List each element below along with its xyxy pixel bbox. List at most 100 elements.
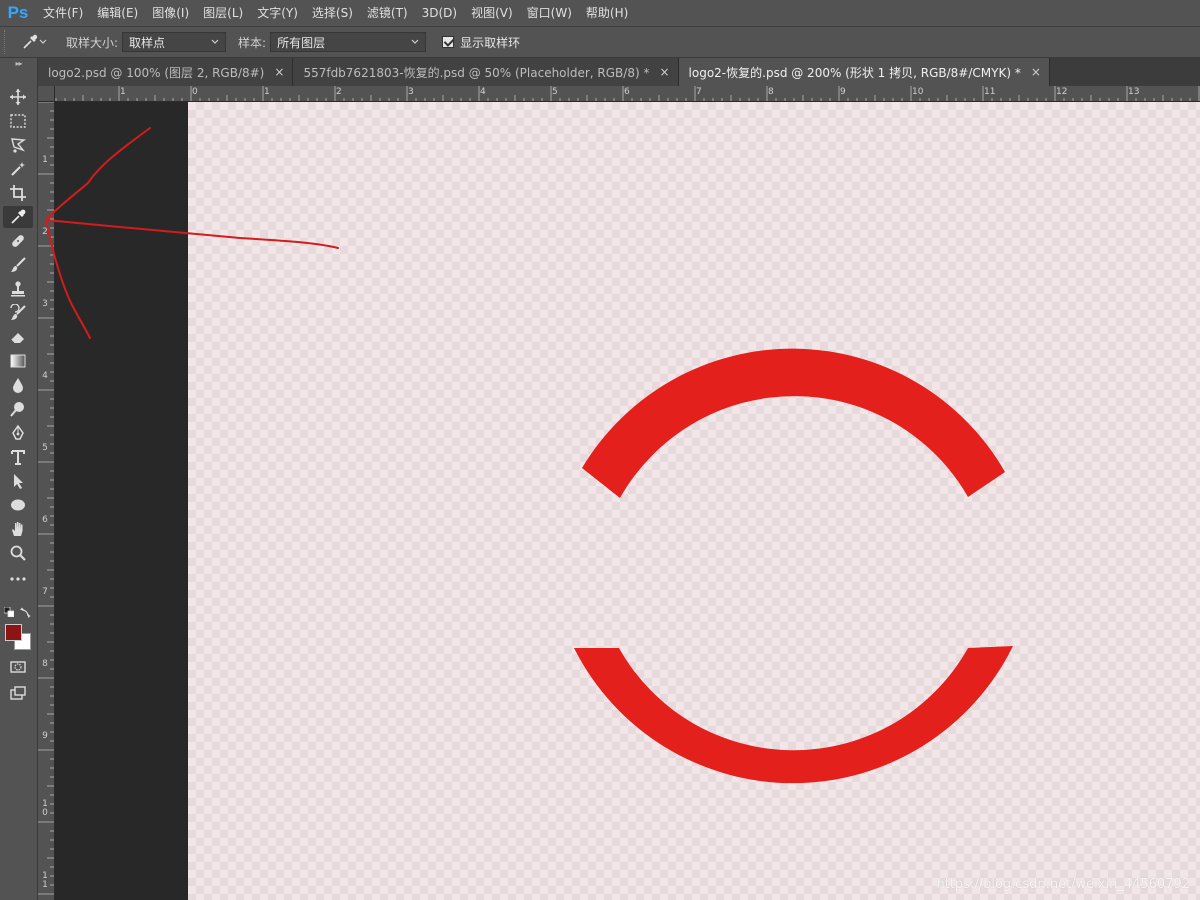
menu-edit[interactable]: 编辑(E) xyxy=(90,0,145,26)
quick-mask-icon xyxy=(10,661,26,673)
menu-3d[interactable]: 3D(D) xyxy=(415,0,464,26)
ruler-label: 8 xyxy=(768,87,774,97)
type-icon xyxy=(11,450,25,465)
lasso-icon xyxy=(11,138,27,153)
ruler-label: 7 xyxy=(42,587,48,597)
ruler-label: 9 xyxy=(840,87,846,97)
tab-document-2[interactable]: 557fdb7621803-恢复的.psd @ 50% (Placeholder… xyxy=(293,58,679,86)
dodge-icon xyxy=(10,402,24,417)
tool-magic-wand[interactable] xyxy=(3,158,33,180)
menu-select[interactable]: 选择(S) xyxy=(305,0,360,26)
tool-eyedropper[interactable] xyxy=(3,206,33,228)
ruler-origin[interactable] xyxy=(38,86,55,102)
eyedropper-icon xyxy=(23,34,47,49)
ruler-label: 10 xyxy=(42,799,48,818)
tool-dodge[interactable] xyxy=(3,398,33,420)
sample-size-value: 取样点 xyxy=(129,35,166,50)
sample-layers-select[interactable]: 所有图层 xyxy=(270,32,427,52)
tab-document-3[interactable]: logo2-恢复的.psd @ 200% (形状 1 拷贝, RGB/8#/CM… xyxy=(678,58,1050,86)
ruler-label: 9 xyxy=(42,731,48,741)
tab-label: logo2-恢复的.psd @ 200% (形状 1 拷贝, RGB/8#/CM… xyxy=(688,65,1021,80)
show-sampling-ring-checkbox[interactable] xyxy=(442,36,455,48)
close-icon[interactable]: × xyxy=(1031,65,1041,79)
tool-stamp[interactable] xyxy=(3,278,33,300)
menu-image[interactable]: 图像(I) xyxy=(145,0,196,26)
ellipse-icon xyxy=(11,499,25,511)
tool-zoom[interactable] xyxy=(3,542,33,564)
menu-filter[interactable]: 滤镜(T) xyxy=(360,0,415,26)
tool-lasso[interactable] xyxy=(3,134,33,156)
tool-healing-brush[interactable] xyxy=(3,230,33,252)
tool-crop[interactable] xyxy=(3,182,33,204)
ruler-label: 12 xyxy=(1056,87,1068,97)
foreground-color-swatch[interactable] xyxy=(5,624,22,641)
tool-preset-picker[interactable] xyxy=(14,30,54,54)
ruler-label: 11 xyxy=(984,87,996,97)
menu-bar: Ps 文件(F) 编辑(E) 图像(I) 图层(L) 文字(Y) 选择(S) 滤… xyxy=(0,0,1200,26)
zoom-icon xyxy=(10,545,26,561)
tool-pen[interactable] xyxy=(3,422,33,444)
screen-mode-icon xyxy=(10,686,26,700)
menu-layer[interactable]: 图层(L) xyxy=(196,0,250,26)
path-select-icon xyxy=(14,474,23,489)
hand-icon xyxy=(12,522,23,536)
tool-more[interactable] xyxy=(3,568,33,590)
collapse-panel-icon[interactable]: ▸▸ xyxy=(0,58,37,70)
ruler-label: 3 xyxy=(42,299,48,309)
ruler-label: 4 xyxy=(42,371,48,381)
tool-move[interactable] xyxy=(3,86,33,108)
chevron-down-icon xyxy=(411,39,419,44)
ruler-label: 7 xyxy=(696,87,702,97)
tool-type[interactable] xyxy=(3,446,33,468)
tool-screen-mode[interactable] xyxy=(3,682,33,704)
brush-icon xyxy=(11,257,26,272)
tool-path-select[interactable] xyxy=(3,470,33,492)
sample-size-label: 取样大小: xyxy=(66,35,119,50)
eyedropper-icon xyxy=(11,209,26,224)
ruler-label: 10 xyxy=(912,87,924,97)
options-grip[interactable] xyxy=(4,30,14,54)
tool-blur[interactable] xyxy=(3,374,33,396)
menu-help[interactable]: 帮助(H) xyxy=(579,0,635,26)
stamp-icon xyxy=(11,281,25,297)
tool-eraser[interactable] xyxy=(3,326,33,348)
gradient-icon xyxy=(10,354,26,368)
tool-gradient[interactable] xyxy=(3,350,33,372)
tool-brush[interactable] xyxy=(3,254,33,276)
tab-label: logo2.psd @ 100% (图层 2, RGB/8#) xyxy=(48,65,265,80)
tool-marquee[interactable] xyxy=(3,110,33,132)
swap-colors-icon[interactable] xyxy=(20,606,32,618)
default-colors-icon[interactable] xyxy=(4,607,14,617)
horizontal-ruler[interactable]: 1 0 1 2 3 4 5 6 7 8 9 10 11 12 13 xyxy=(38,86,1200,102)
menu-view[interactable]: 视图(V) xyxy=(464,0,520,26)
close-icon[interactable]: × xyxy=(274,65,284,79)
menu-window[interactable]: 窗口(W) xyxy=(520,0,579,26)
tools-panel: ▸▸ xyxy=(0,58,38,900)
ruler-label: 8 xyxy=(42,659,48,669)
ruler-label: 1 xyxy=(42,155,48,165)
pasteboard[interactable] xyxy=(55,102,188,900)
photoshop-logo: Ps xyxy=(7,3,29,22)
ruler-ticks xyxy=(38,102,54,895)
ruler-label: 2 xyxy=(42,227,48,237)
tool-history-brush[interactable] xyxy=(3,302,33,324)
menu-file[interactable]: 文件(F) xyxy=(36,0,90,26)
tool-ellipse[interactable] xyxy=(3,494,33,516)
ruler-label: 4 xyxy=(480,87,486,97)
ruler-label: 5 xyxy=(552,87,558,97)
close-icon[interactable]: × xyxy=(659,65,669,79)
tab-document-1[interactable]: logo2.psd @ 100% (图层 2, RGB/8#) × xyxy=(38,58,294,86)
document-canvas[interactable] xyxy=(188,102,1200,900)
tab-label: 557fdb7621803-恢复的.psd @ 50% (Placeholder… xyxy=(303,65,650,80)
chevron-down-icon xyxy=(211,39,219,44)
sample-size-select[interactable]: 取样点 xyxy=(122,32,227,52)
ruler-label: 1 xyxy=(264,87,270,97)
menu-type[interactable]: 文字(Y) xyxy=(250,0,305,26)
tool-quick-mask[interactable] xyxy=(3,656,33,678)
vertical-ruler[interactable]: 1 2 3 4 5 6 7 8 9 10 11 xyxy=(38,102,55,900)
ruler-label: 5 xyxy=(42,443,48,453)
more-icon xyxy=(10,577,26,581)
history-brush-icon xyxy=(10,304,26,320)
sample-label: 样本: xyxy=(238,35,267,50)
tool-hand[interactable] xyxy=(3,518,33,540)
